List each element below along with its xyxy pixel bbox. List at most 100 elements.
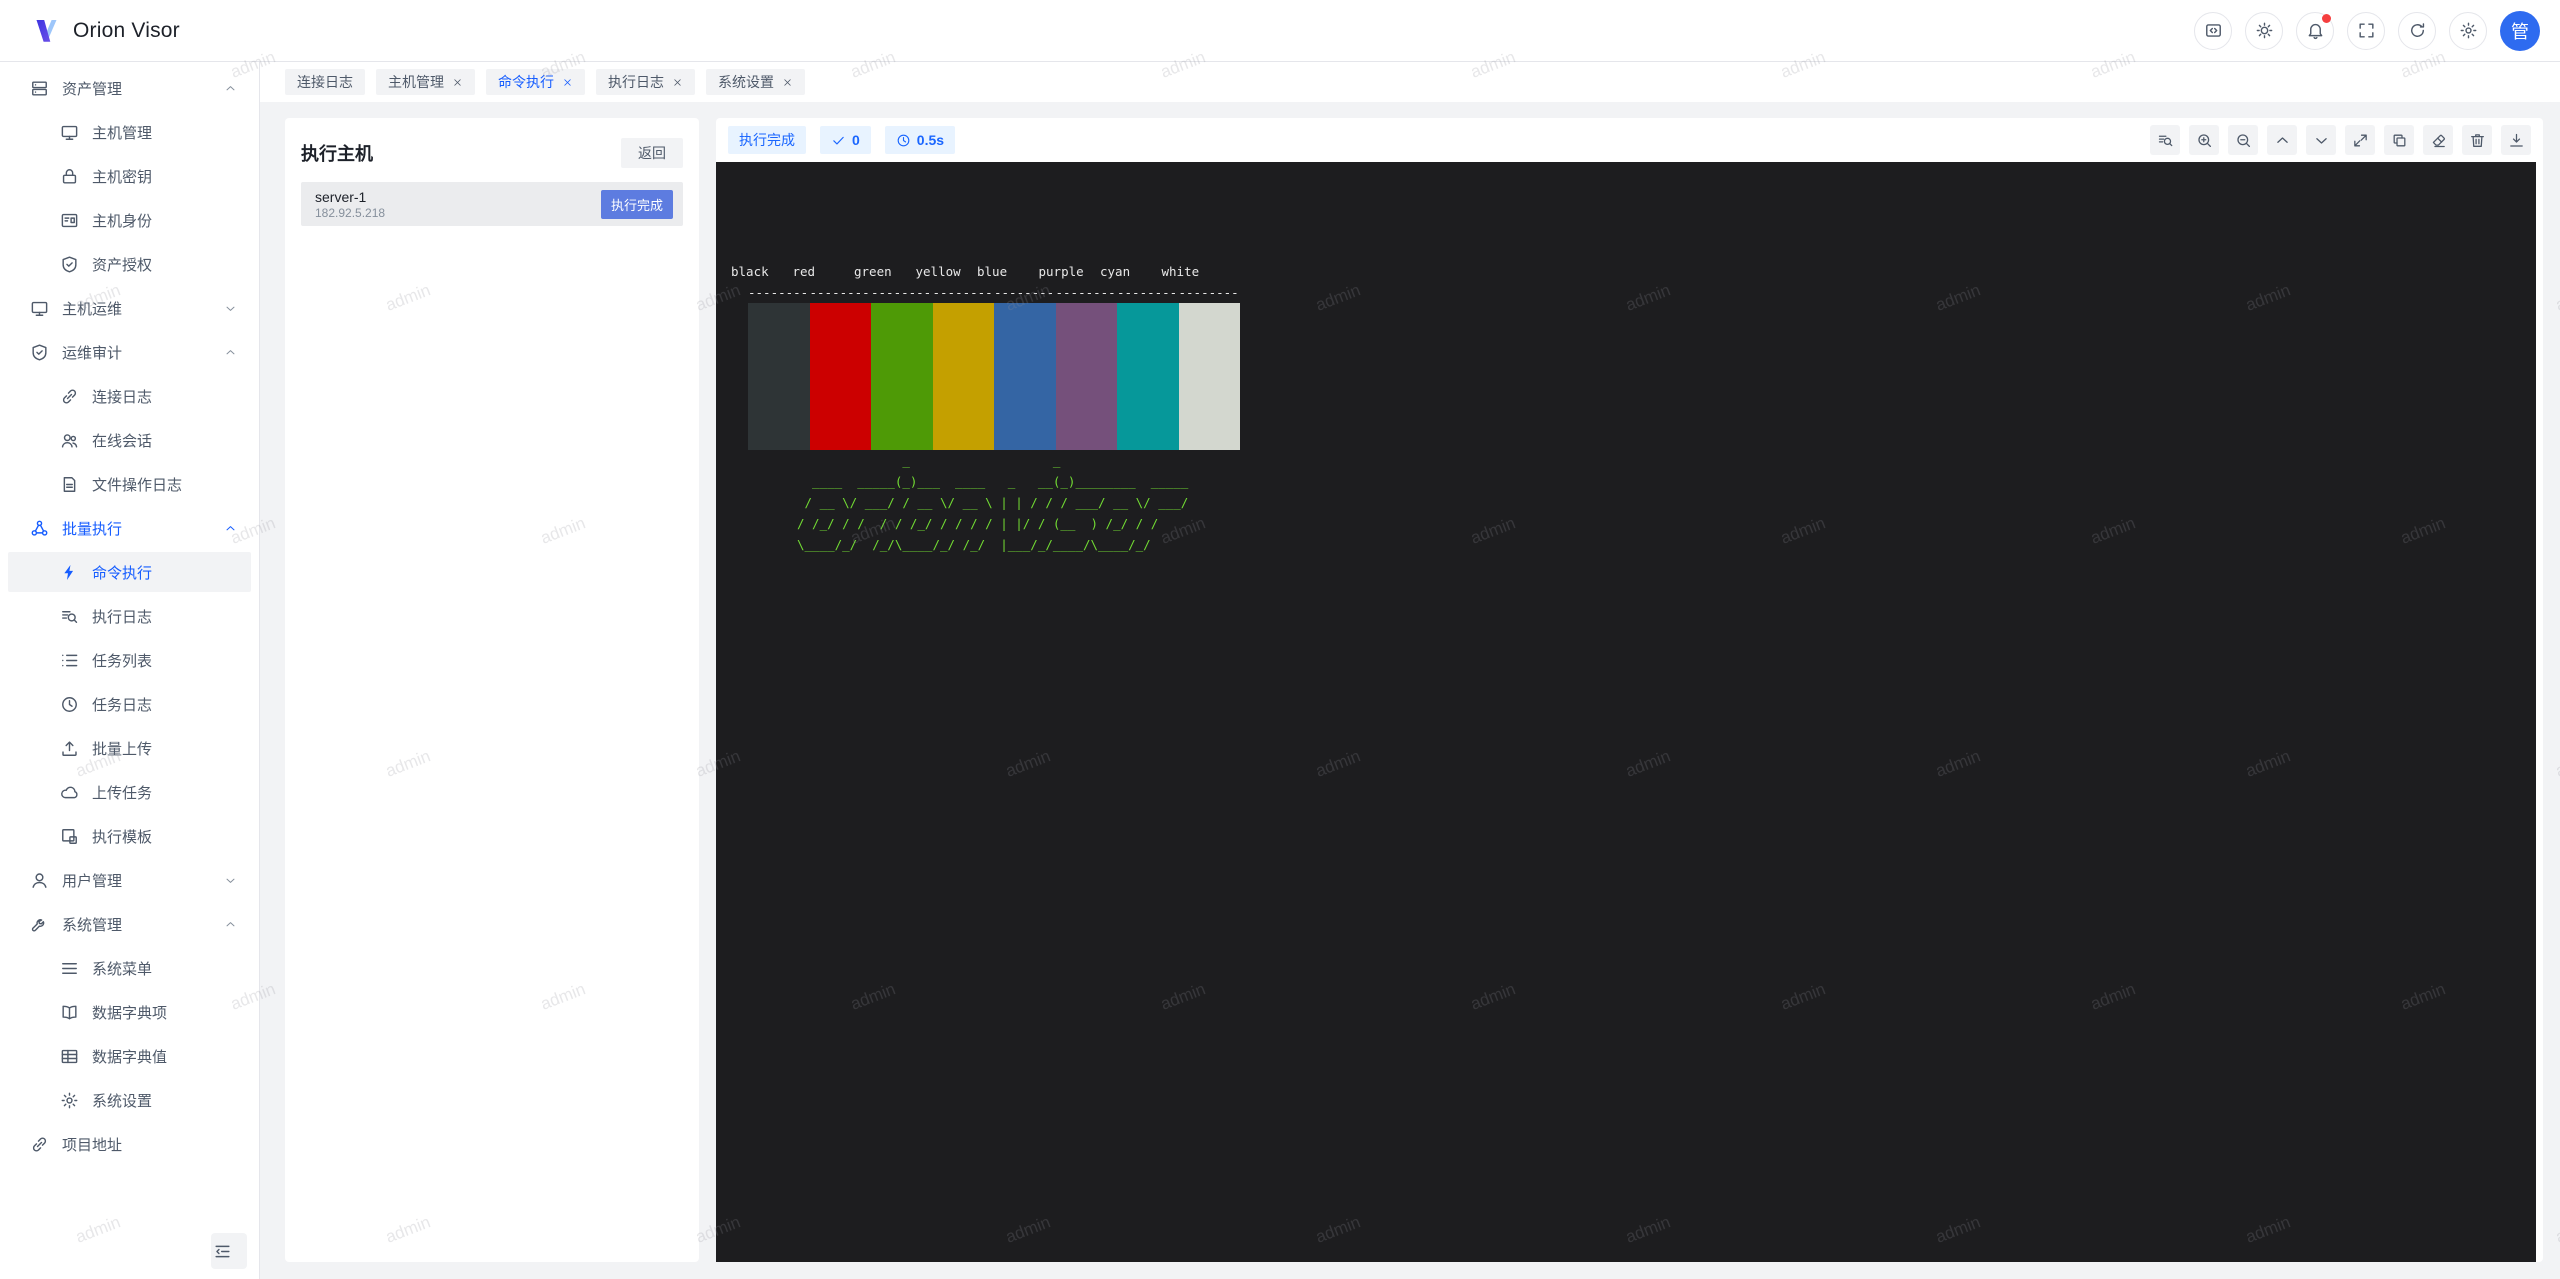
sidebar-item-host-ops[interactable]: 主机运维 [8, 288, 251, 328]
user-avatar[interactable]: 管 [2500, 11, 2540, 51]
tab-host-manage[interactable]: 主机管理 [376, 69, 475, 95]
chevron-up-icon [224, 346, 237, 359]
tab-label: 连接日志 [297, 72, 353, 92]
chevron-up-icon [224, 82, 237, 95]
color-name-purple: purple [1039, 261, 1101, 282]
zoom-out-button[interactable] [2228, 125, 2258, 155]
lightning-icon [60, 563, 79, 582]
sidebar-item-label: 运维审计 [62, 342, 122, 363]
download-button[interactable] [2501, 125, 2531, 155]
sidebar-item-connect-log[interactable]: 连接日志 [8, 376, 251, 416]
back-button[interactable]: 返回 [621, 138, 683, 168]
sidebar-item-file-op-log[interactable]: 文件操作日志 [8, 464, 251, 504]
notification-dot [2322, 14, 2331, 23]
sun-icon [2255, 21, 2274, 40]
sidebar-item-task-log[interactable]: 任务日志 [8, 684, 251, 724]
sidebar-menu: 资产管理主机管理主机密钥主机身份资产授权主机运维运维审计连接日志在线会话文件操作… [0, 68, 259, 1164]
search-button[interactable] [2150, 125, 2180, 155]
copy-button[interactable] [2384, 125, 2414, 155]
sidebar-item-label: 项目地址 [62, 1134, 122, 1155]
color-name-red: red [793, 261, 855, 282]
copy-icon [2391, 132, 2408, 149]
clear-button[interactable] [2423, 125, 2453, 155]
wrench-icon [30, 915, 49, 934]
color-dashes: -------- [1117, 282, 1179, 303]
tab-exec-log[interactable]: 执行日志 [596, 69, 695, 95]
color-block-yellow [933, 303, 995, 450]
settings-button[interactable] [2449, 12, 2487, 50]
tab-connect-log[interactable]: 连接日志 [285, 69, 365, 95]
delete-button[interactable] [2462, 125, 2492, 155]
idcard-icon [60, 211, 79, 230]
trash-icon [2469, 132, 2486, 149]
sidebar-item-system-manage[interactable]: 系统管理 [8, 904, 251, 944]
color-block-red [810, 303, 872, 450]
console-button[interactable] [2194, 12, 2232, 50]
color-dashes: -------- [748, 282, 810, 303]
search-list-icon [60, 607, 79, 626]
sidebar-item-dict-key[interactable]: 数据字典项 [8, 992, 251, 1032]
sidebar-item-upload-task[interactable]: 上传任务 [8, 772, 251, 812]
color-dashes: -------- [933, 282, 995, 303]
chevron-down-icon [2313, 132, 2330, 149]
clock-icon [896, 133, 911, 148]
collapse-sidebar-button[interactable] [211, 1233, 247, 1269]
fullscreen-button[interactable] [2347, 12, 2385, 50]
sidebar-item-user-manage[interactable]: 用户管理 [8, 860, 251, 900]
tab-command-exec[interactable]: 命令执行 [486, 69, 585, 95]
theme-button[interactable] [2245, 12, 2283, 50]
sidebar-item-label: 系统管理 [62, 914, 122, 935]
sidebar: 资产管理主机管理主机密钥主机身份资产授权主机运维运维审计连接日志在线会话文件操作… [0, 62, 260, 1279]
link-icon [30, 1135, 49, 1154]
sidebar-item-label: 系统菜单 [92, 958, 152, 979]
tab-system-setting[interactable]: 系统设置 [706, 69, 805, 95]
sidebar-item-ops-audit[interactable]: 运维审计 [8, 332, 251, 372]
color-dashes: -------- [810, 282, 872, 303]
sidebar-item-system-menu[interactable]: 系统菜单 [8, 948, 251, 988]
sidebar-item-host-manage[interactable]: 主机管理 [8, 112, 251, 152]
terminal-panel: 执行完成 0 0.5s blackredgreeny [716, 118, 2543, 1262]
sidebar-item-command-exec[interactable]: 命令执行 [8, 552, 251, 592]
terminal-toolbar: 执行完成 0 0.5s [716, 118, 2536, 162]
close-icon[interactable] [782, 77, 793, 88]
clock-icon [60, 695, 79, 714]
refresh-button[interactable] [2398, 12, 2436, 50]
link-icon [60, 387, 79, 406]
color-block-purple [1056, 303, 1118, 450]
notifications-button[interactable] [2296, 12, 2334, 50]
chevron-up-icon [224, 918, 237, 931]
list-icon [60, 651, 79, 670]
close-icon[interactable] [562, 77, 573, 88]
scroll-top-button[interactable] [2267, 125, 2297, 155]
color-block-black [748, 303, 810, 450]
sidebar-item-exec-template[interactable]: 执行模板 [8, 816, 251, 856]
zoom-in-button[interactable] [2189, 125, 2219, 155]
color-name-yellow: yellow [916, 261, 978, 282]
app-logo: Orion Visor [32, 16, 180, 46]
close-icon[interactable] [672, 77, 683, 88]
scroll-bottom-button[interactable] [2306, 125, 2336, 155]
app-title: Orion Visor [73, 19, 180, 43]
sidebar-item-dict-value[interactable]: 数据字典值 [8, 1036, 251, 1076]
users-icon [60, 431, 79, 450]
sidebar-item-project-url[interactable]: 项目地址 [8, 1124, 251, 1164]
eraser-icon [2430, 132, 2447, 149]
sidebar-item-label: 命令执行 [92, 562, 152, 583]
sidebar-item-system-setting[interactable]: 系统设置 [8, 1080, 251, 1120]
sidebar-item-assets[interactable]: 资产管理 [8, 68, 251, 108]
sidebar-item-asset-auth[interactable]: 资产授权 [8, 244, 251, 284]
sidebar-item-batch-upload[interactable]: 批量上传 [8, 728, 251, 768]
sidebar-item-batch-exec[interactable]: 批量执行 [8, 508, 251, 548]
sidebar-item-online-session[interactable]: 在线会话 [8, 420, 251, 460]
monitor-icon [60, 123, 79, 142]
close-icon[interactable] [452, 77, 463, 88]
color-dashes: -------- [994, 282, 1056, 303]
sidebar-item-host-key[interactable]: 主机密钥 [8, 156, 251, 196]
sidebar-item-label: 主机管理 [92, 122, 152, 143]
app-header: Orion Visor 管 [0, 0, 2560, 62]
sidebar-item-host-identity[interactable]: 主机身份 [8, 200, 251, 240]
host-item[interactable]: server-1 182.92.5.218 执行完成 [301, 182, 683, 226]
expand-button[interactable] [2345, 125, 2375, 155]
sidebar-item-exec-log[interactable]: 执行日志 [8, 596, 251, 636]
sidebar-item-task-list[interactable]: 任务列表 [8, 640, 251, 680]
